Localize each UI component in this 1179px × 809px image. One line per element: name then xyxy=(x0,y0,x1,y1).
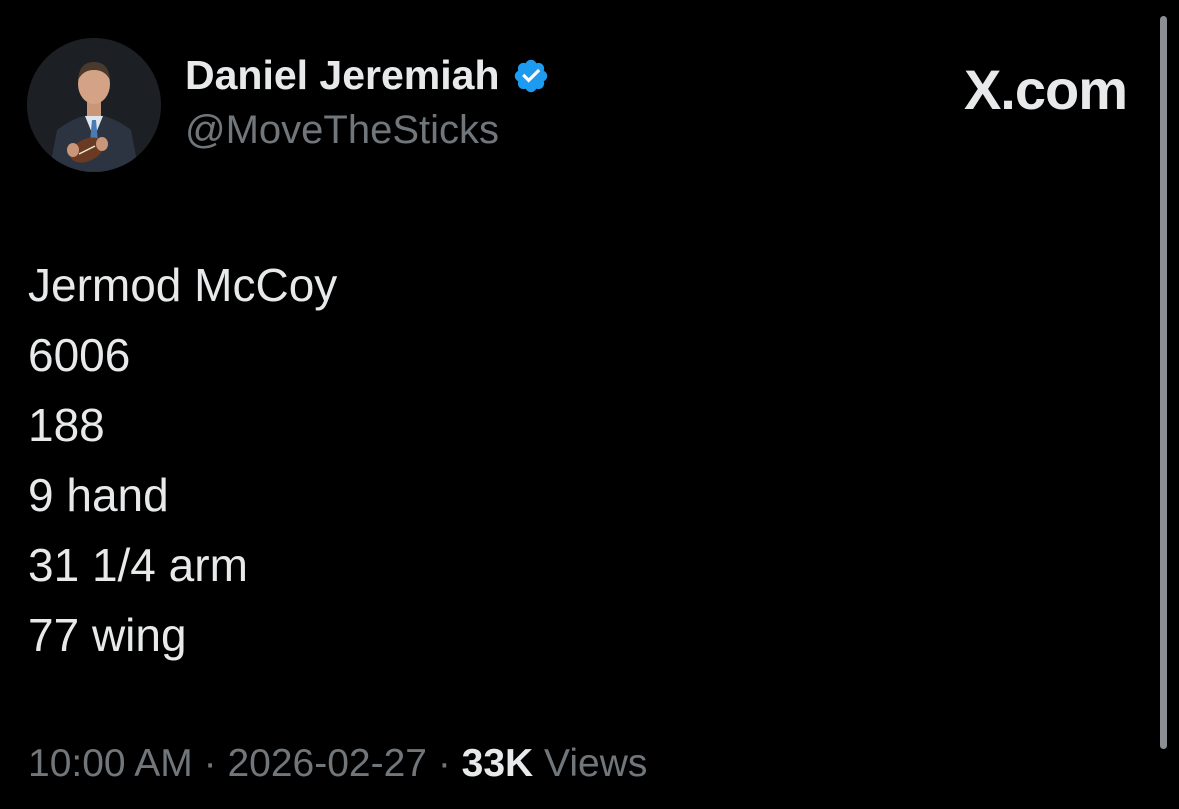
tweet-line: 9 hand xyxy=(28,469,169,521)
author-name-row[interactable]: Daniel Jeremiah xyxy=(185,52,550,99)
tweet-line: 31 1/4 arm xyxy=(28,539,248,591)
tweet-meta: 10:00 AM · 2026-02-27 · 33K Views xyxy=(28,742,647,786)
tweet-card: Daniel Jeremiah @MoveTheSticks X.com Jer… xyxy=(0,0,1179,809)
author-display-name[interactable]: Daniel Jeremiah xyxy=(185,52,500,99)
meta-separator: · xyxy=(437,742,451,785)
meta-separator: · xyxy=(203,742,217,785)
avatar-image xyxy=(27,38,161,172)
avatar[interactable] xyxy=(27,38,161,172)
tweet-time[interactable]: 10:00 AM xyxy=(28,742,193,785)
views-count[interactable]: 33K xyxy=(462,742,534,785)
author-handle[interactable]: @MoveTheSticks xyxy=(185,108,499,153)
tweet-line: Jermod McCoy xyxy=(28,259,338,311)
views-label: Views xyxy=(544,742,648,785)
tweet-date[interactable]: 2026-02-27 xyxy=(227,742,427,785)
verified-badge-icon[interactable] xyxy=(512,57,550,95)
x-logo: X.com xyxy=(963,58,1128,121)
tweet-line: 6006 xyxy=(28,329,131,381)
tweet-line: 188 xyxy=(28,399,105,451)
tweet-line: 77 wing xyxy=(28,609,187,661)
scrollbar[interactable] xyxy=(1160,16,1167,749)
tweet-text: Jermod McCoy 6006 188 9 hand 31 1/4 arm … xyxy=(28,250,337,670)
